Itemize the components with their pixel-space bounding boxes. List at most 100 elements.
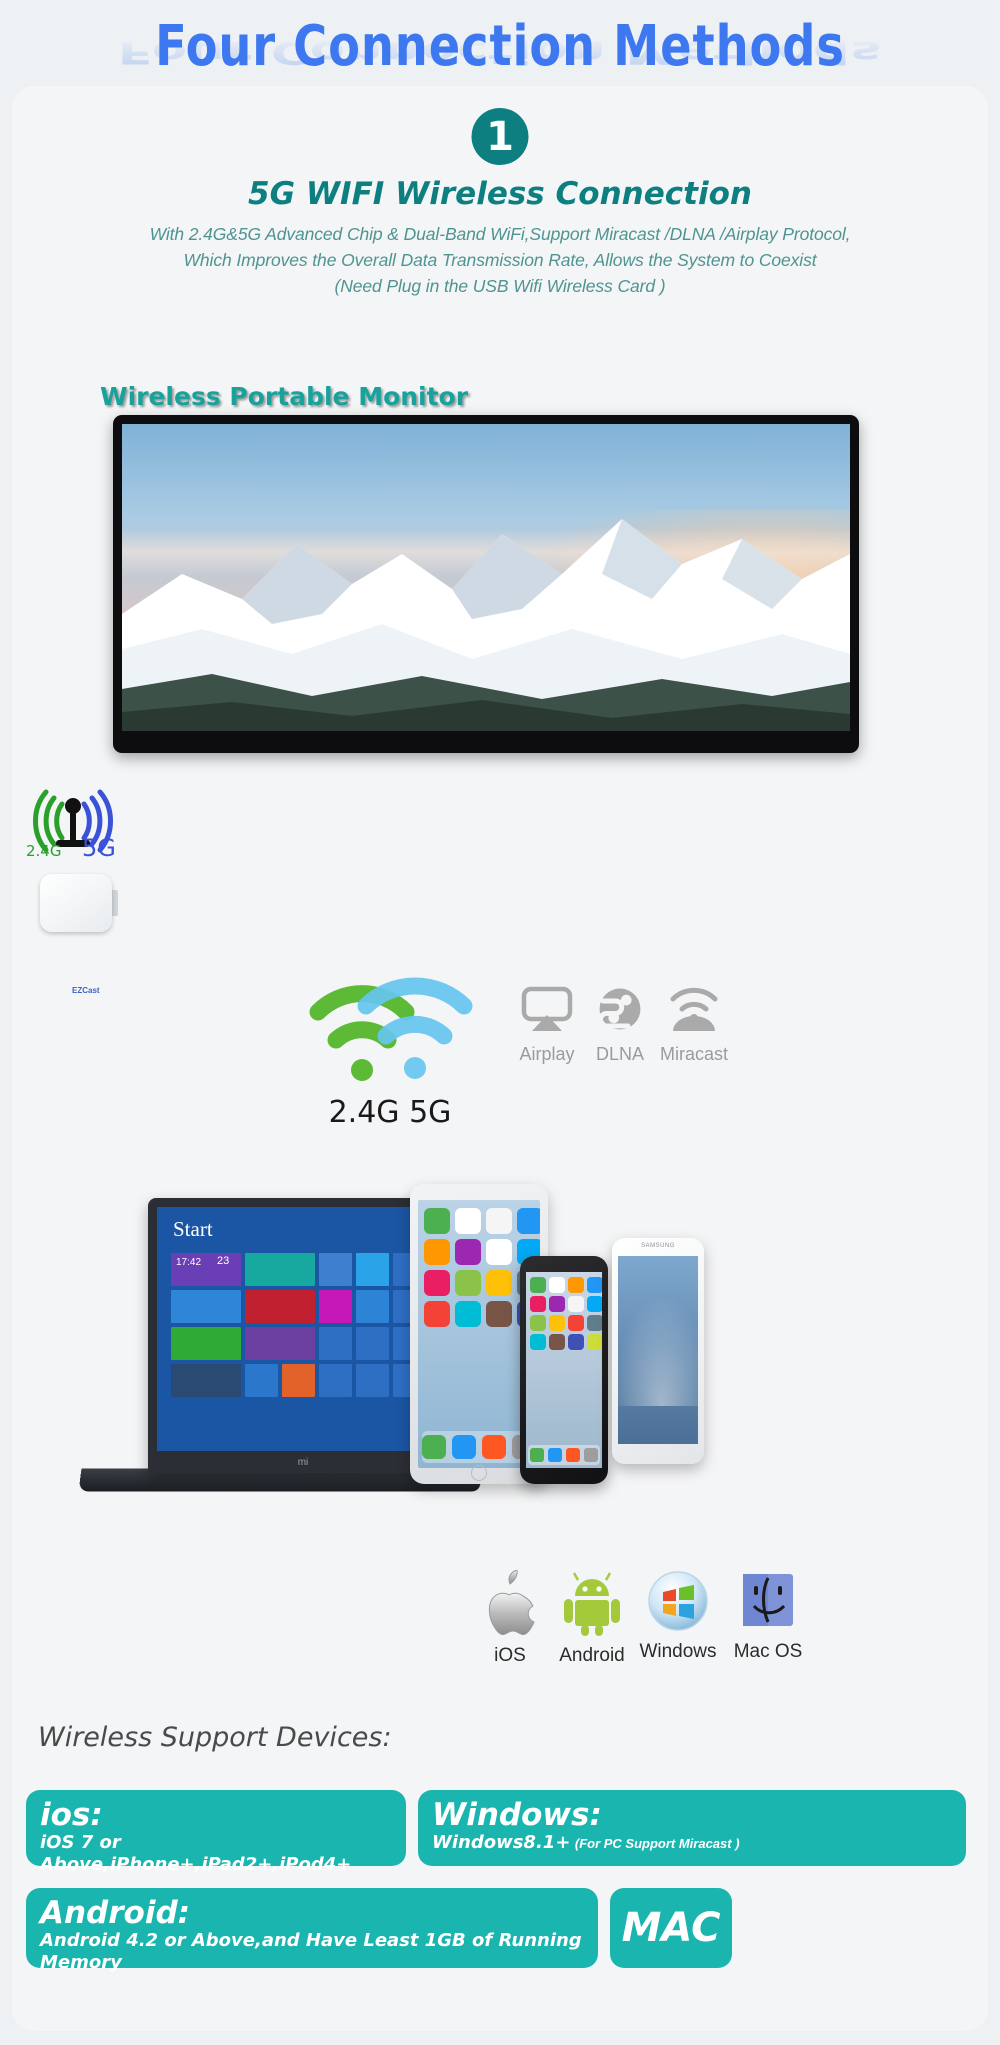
tablet-home-button[interactable] [471, 1465, 487, 1481]
protocol-dlna: DLNA [578, 985, 662, 1065]
band-5g-label: 5G [82, 834, 116, 862]
tile-clock-date: 23 [217, 1255, 230, 1267]
smartphone-brand-label: SAMSUNG [641, 1243, 675, 1249]
phone-app [530, 1277, 546, 1293]
laptop-brand-label: mi [297, 1457, 309, 1468]
tablet-app [424, 1239, 450, 1265]
protocol-dlna-label: DLNA [595, 1044, 644, 1064]
laptop-screen: Start 17:42 23 [157, 1207, 449, 1451]
dual-band-wifi-icon [300, 966, 480, 1091]
support-box-mac: MAC [610, 1888, 732, 1968]
os-macos: Mac OS [718, 1570, 818, 1663]
phone-app [530, 1296, 546, 1312]
phone-app [587, 1296, 602, 1312]
support-windows-note: (For PC Support Miracast ) [574, 1836, 740, 1851]
phone-app [568, 1315, 584, 1331]
tile-app-6 [356, 1327, 389, 1360]
tile-clock: 17:42 23 [171, 1253, 241, 1286]
section-description: With 2.4G&5G Advanced Chip & Dual-Band W… [0, 221, 1000, 299]
dongle-brand-label: EZCast [72, 986, 100, 995]
support-ios-head: ios: [40, 1797, 103, 1833]
tablet-dock-app [482, 1435, 506, 1459]
smartphone-black [520, 1256, 608, 1484]
tablet-app [517, 1208, 540, 1234]
page-title-reflection: Four Connection Methods [117, 34, 883, 70]
smartphone-white: SAMSUNG [612, 1238, 704, 1464]
tablet-app [455, 1301, 481, 1327]
tablet-app [424, 1301, 450, 1327]
wallpaper-wave [618, 1293, 698, 1407]
os-macos-label: Mac OS [733, 1641, 803, 1662]
phone-app [568, 1277, 584, 1293]
support-android-sub: Android 4.2 or Above,and Have Least 1GB … [40, 1930, 582, 1973]
protocol-miracast-label: Miracast [659, 1044, 728, 1064]
tile-app-10 [356, 1364, 389, 1397]
support-windows-head: Windows: [432, 1797, 602, 1833]
phone-app [549, 1334, 565, 1350]
phone-app [549, 1296, 565, 1312]
portable-monitor [113, 415, 859, 753]
tablet-app [486, 1208, 512, 1234]
tile-app-5 [319, 1327, 352, 1360]
tablet-dock-app [452, 1435, 476, 1459]
smartphone-app-grid [530, 1277, 602, 1350]
os-windows-label: Windows [639, 1641, 717, 1662]
phone-app [549, 1277, 565, 1293]
miracast-icon [670, 987, 718, 1031]
smartphone-white-screen [618, 1256, 698, 1444]
windows-icon [648, 1571, 708, 1631]
monitor-screen-image [122, 424, 850, 731]
phone-app [587, 1334, 602, 1350]
support-windows-sub: Windows8.1+ [432, 1832, 571, 1853]
tile-twitter [356, 1253, 389, 1286]
tile-app-9 [319, 1364, 352, 1397]
support-android-head: Android: [40, 1895, 191, 1931]
support-box-windows: Windows: Windows8.1+ (For PC Support Mir… [418, 1790, 966, 1866]
support-section-title: Wireless Support Devices: [38, 1722, 392, 1753]
tablet-app [486, 1301, 512, 1327]
monitor-label: Wireless Portable Monitor [100, 382, 469, 411]
phone-app [568, 1296, 584, 1312]
dlna-icon [598, 988, 641, 1030]
phone-app [549, 1315, 565, 1331]
android-icon [564, 1572, 620, 1636]
support-box-ios: ios: iOS 7 or Above,iPhone+,iPad2+,iPod4… [26, 1790, 406, 1875]
tablet-dock [422, 1431, 536, 1463]
tile-news [245, 1290, 315, 1323]
support-windows-subline: Windows8.1+ (For PC Support Miracast ) [432, 1832, 952, 1854]
tablet-app [486, 1270, 512, 1296]
os-android-label: Android [559, 1645, 625, 1666]
band-24g-label: 2.4G [26, 842, 62, 860]
phone-app [568, 1334, 584, 1350]
protocol-airplay: Airplay [505, 985, 589, 1065]
dongle-body: EZCast [40, 874, 112, 995]
tablet-app [455, 1239, 481, 1265]
mountain-range [122, 519, 850, 731]
protocol-miracast: Miracast [652, 985, 736, 1065]
support-mac-head: MAC [621, 1905, 721, 1951]
os-android: Android [542, 1570, 642, 1667]
tablet-app [424, 1270, 450, 1296]
phone-dock-app [566, 1448, 580, 1462]
phone-app [587, 1277, 602, 1293]
phone-app [530, 1334, 546, 1350]
section-description-line-2: Which Improves the Overall Data Transmis… [183, 250, 817, 270]
tile-video [245, 1327, 315, 1360]
step-badge-1: 1 [471, 108, 529, 165]
apple-icon [488, 1569, 535, 1636]
usb-wifi-dongle: 2.4G 5G EZCast [18, 782, 128, 995]
tile-travel [171, 1364, 241, 1397]
device-mockups: Start 17:42 23 mi SAMSUNG [78, 1178, 920, 1548]
support-box-android: Android: Android 4.2 or Above,and Have L… [26, 1888, 598, 1973]
windows-start-label: Start [173, 1217, 213, 1241]
phone-dock-app [530, 1448, 544, 1462]
airplay-icon [521, 986, 573, 1031]
smartphone-dock [528, 1445, 600, 1465]
section-title: 5G WIFI Wireless Connection [248, 176, 752, 212]
smartphone-black-screen [526, 1272, 602, 1468]
support-ios-sub: iOS 7 or Above,iPhone+,iPad2+,iPod4+ [40, 1832, 352, 1875]
tablet-app [424, 1208, 450, 1234]
phone-dock-app [548, 1448, 562, 1462]
tile-bing [282, 1364, 315, 1397]
tile-store [171, 1327, 241, 1360]
